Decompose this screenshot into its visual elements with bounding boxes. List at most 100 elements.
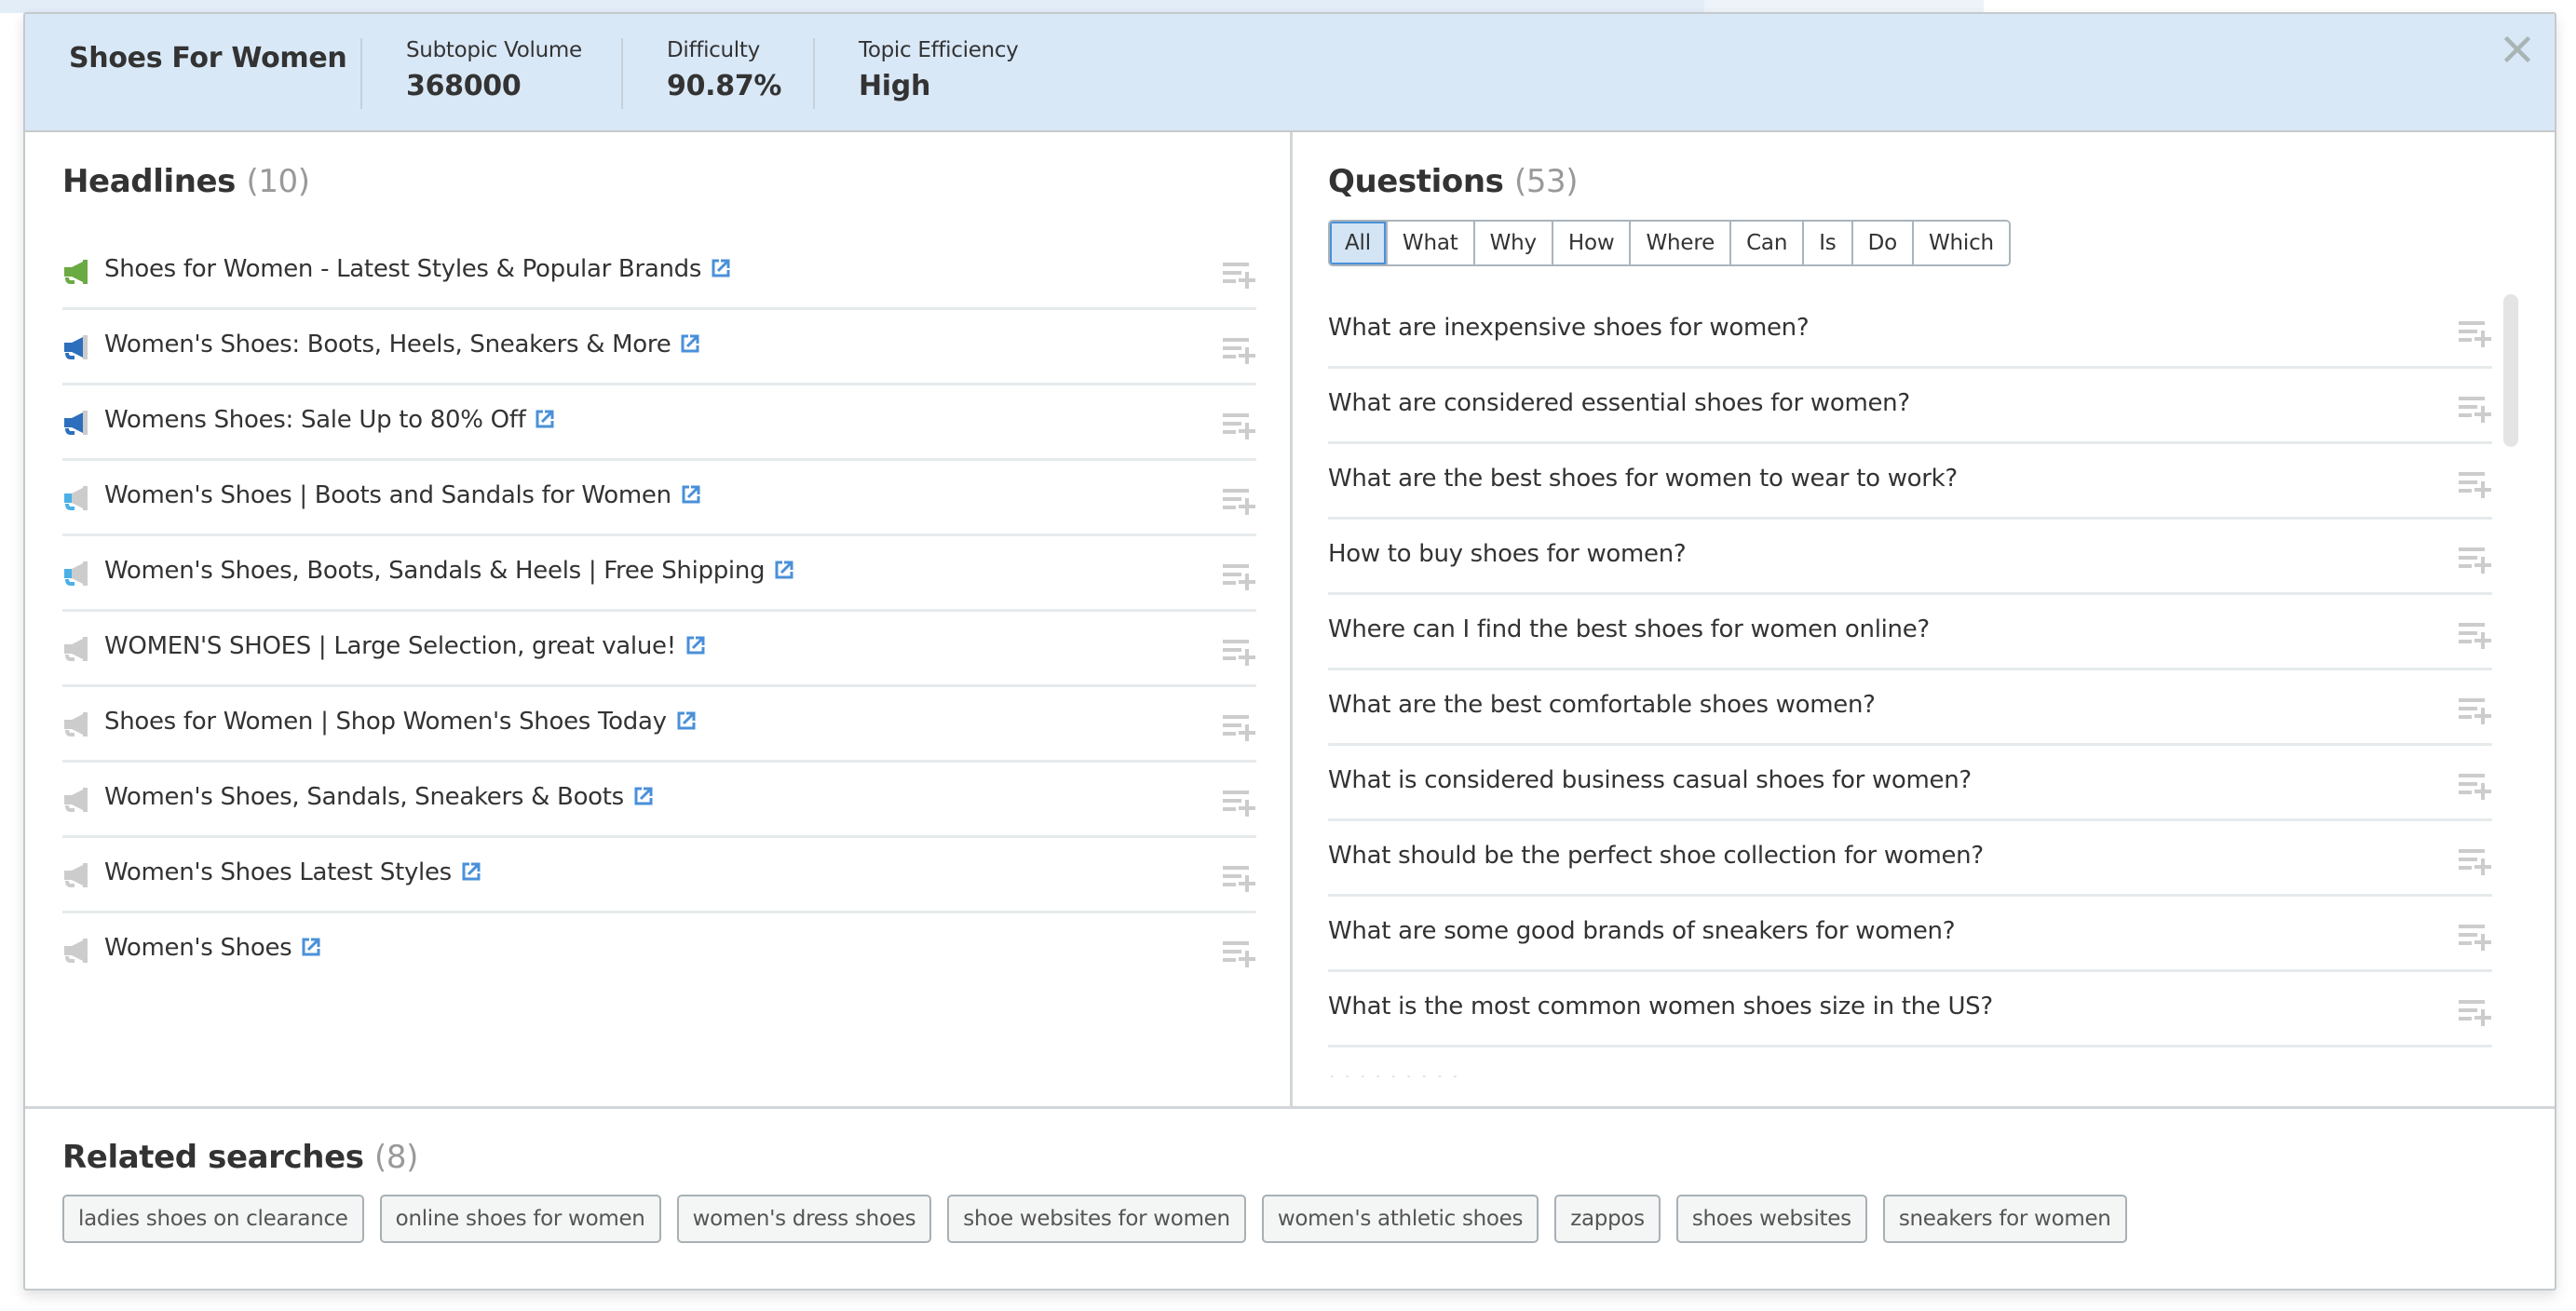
- topic-header: Shoes For Women Subtopic Volume 368000 D…: [25, 14, 2555, 132]
- megaphone-icon: [62, 860, 90, 888]
- add-to-list-button[interactable]: [2459, 923, 2492, 953]
- external-link-icon[interactable]: [774, 559, 794, 579]
- add-to-list-icon: [2459, 1000, 2491, 1026]
- headline-text: Women's Shoes Latest Styles: [104, 858, 481, 886]
- related-search-chip[interactable]: women's dress shoes: [676, 1195, 932, 1243]
- filter-how-button[interactable]: How: [1551, 222, 1630, 264]
- add-to-list-button[interactable]: [1223, 412, 1256, 441]
- filter-can-button[interactable]: Can: [1729, 222, 1803, 264]
- add-to-list-button[interactable]: [1223, 336, 1256, 366]
- headline-text: Shoes for Women - Latest Styles & Popula…: [104, 255, 731, 283]
- filter-why-button[interactable]: Why: [1472, 222, 1552, 264]
- related-search-chip[interactable]: shoes websites: [1675, 1195, 1867, 1243]
- stat-value: 90.87%: [667, 70, 782, 102]
- question-text: What should be the perfect shoe collecti…: [1328, 842, 1984, 870]
- stat-value: High: [859, 70, 931, 102]
- stat-label: Topic Efficiency: [859, 38, 1019, 62]
- external-link-icon[interactable]: [535, 408, 555, 428]
- related-search-chip[interactable]: online shoes for women: [379, 1195, 661, 1243]
- close-button[interactable]: [2499, 31, 2536, 68]
- filter-what-button[interactable]: What: [1385, 222, 1473, 264]
- question-filter-group: All What Why How Where Can Is Do Which: [1328, 220, 2011, 266]
- headline-label: Womens Shoes: Sale Up to 80% Off: [104, 406, 526, 434]
- filter-where-button[interactable]: Where: [1629, 222, 1730, 264]
- related-search-chip[interactable]: women's athletic shoes: [1261, 1195, 1539, 1243]
- add-to-list-icon: [2459, 849, 2491, 875]
- add-to-list-button[interactable]: [1223, 487, 1256, 517]
- question-row: What are considered essential shoes for …: [1328, 369, 2492, 444]
- headline-text: Women's Shoes: Boots, Heels, Sneakers & …: [104, 331, 700, 358]
- add-to-list-button[interactable]: [2459, 847, 2492, 877]
- question-row: What is the most common women shoes size…: [1328, 972, 2492, 1047]
- add-to-list-button[interactable]: [2459, 621, 2492, 651]
- filter-do-button[interactable]: Do: [1851, 222, 1912, 264]
- headline-label: Shoes for Women | Shop Women's Shoes Tod…: [104, 708, 667, 736]
- headline-row: WOMEN'S SHOES | Large Selection, great v…: [62, 612, 1256, 687]
- filter-which-button[interactable]: Which: [1911, 222, 2009, 264]
- add-to-list-button[interactable]: [1223, 939, 1256, 969]
- external-link-icon[interactable]: [301, 936, 321, 956]
- add-to-list-icon: [2459, 925, 2491, 951]
- external-link-icon[interactable]: [461, 860, 481, 881]
- header-divider: [360, 38, 362, 109]
- question-text: What is the most common women shoes size…: [1328, 993, 1993, 1020]
- add-to-list-button[interactable]: [1223, 789, 1256, 818]
- add-to-list-icon: [2459, 472, 2491, 498]
- related-search-chip[interactable]: shoe websites for women: [947, 1195, 1246, 1243]
- add-to-list-button[interactable]: [2459, 470, 2492, 500]
- stat-label: Difficulty: [667, 38, 760, 62]
- headline-row: Shoes for Women - Latest Styles & Popula…: [62, 235, 1256, 310]
- add-to-list-button[interactable]: [1223, 261, 1256, 291]
- section-divider: [25, 1106, 2555, 1109]
- add-to-list-icon: [2459, 774, 2491, 800]
- add-to-list-icon: [2459, 623, 2491, 649]
- filter-is-button[interactable]: Is: [1802, 222, 1851, 264]
- related-search-chip[interactable]: sneakers for women: [1882, 1195, 2127, 1243]
- headline-row: Womens Shoes: Sale Up to 80% Off: [62, 385, 1256, 461]
- question-list-scrollbar[interactable]: [2503, 294, 2518, 447]
- related-search-chip[interactable]: zappos: [1554, 1195, 1661, 1243]
- filter-all-button[interactable]: All: [1330, 222, 1386, 264]
- add-to-list-button[interactable]: [2459, 696, 2492, 726]
- question-text: What are considered essential shoes for …: [1328, 389, 1910, 417]
- question-row: What are the best shoes for women to wea…: [1328, 444, 2492, 520]
- related-title-text: Related searches: [62, 1139, 364, 1176]
- headline-text: Shoes for Women | Shop Women's Shoes Tod…: [104, 708, 697, 736]
- megaphone-icon: [62, 483, 90, 511]
- add-to-list-icon: [2459, 397, 2491, 423]
- add-to-list-icon: [1223, 263, 1255, 289]
- add-to-list-button[interactable]: [1223, 864, 1256, 894]
- headline-row: Women's Shoes: [62, 913, 1256, 989]
- question-row: What are some good brands of sneakers fo…: [1328, 897, 2492, 972]
- add-to-list-button[interactable]: [2459, 319, 2492, 349]
- question-text: What are the best comfortable shoes wome…: [1328, 691, 1876, 719]
- external-link-icon[interactable]: [633, 785, 654, 805]
- question-row: How to buy shoes for women?: [1328, 520, 2492, 595]
- header-divider: [621, 38, 623, 109]
- headline-text: WOMEN'S SHOES | Large Selection, great v…: [104, 632, 706, 660]
- question-text: What is considered business casual shoes…: [1328, 766, 1972, 794]
- related-searches-list: ladies shoes on clearance online shoes fo…: [62, 1195, 2127, 1243]
- question-text: What are some good brands of sneakers fo…: [1328, 917, 1956, 945]
- headlines-title-text: Headlines: [62, 163, 237, 200]
- add-to-list-button[interactable]: [1223, 713, 1256, 743]
- add-to-list-button[interactable]: [2459, 772, 2492, 802]
- headline-text: Womens Shoes: Sale Up to 80% Off: [104, 406, 555, 434]
- add-to-list-button[interactable]: [2459, 395, 2492, 425]
- related-count: (8): [374, 1139, 418, 1176]
- related-search-chip[interactable]: ladies shoes on clearance: [62, 1195, 364, 1243]
- add-to-list-button[interactable]: [1223, 562, 1256, 592]
- external-link-icon[interactable]: [676, 710, 697, 730]
- external-link-icon[interactable]: [711, 257, 731, 277]
- add-to-list-button[interactable]: [2459, 998, 2492, 1028]
- add-to-list-button[interactable]: [1223, 638, 1256, 668]
- stat-topic-efficiency: Topic Efficiency High: [859, 38, 1019, 102]
- add-to-list-button[interactable]: [2459, 546, 2492, 575]
- external-link-icon[interactable]: [681, 483, 701, 504]
- question-row: What is considered business casual shoes…: [1328, 746, 2492, 821]
- question-list: · · · · · · · · · What are inexpensive s…: [1328, 293, 2518, 1077]
- add-to-list-icon: [2459, 321, 2491, 347]
- question-text: What are inexpensive shoes for women?: [1328, 314, 1810, 342]
- external-link-icon[interactable]: [685, 634, 706, 655]
- external-link-icon[interactable]: [680, 332, 700, 353]
